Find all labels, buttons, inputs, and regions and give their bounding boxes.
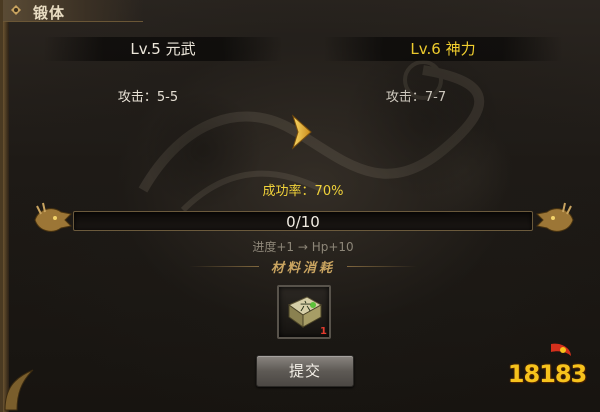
dragon-head-icon (34, 202, 73, 232)
progress-bar-frame: 0/10 (34, 200, 574, 240)
progress-text: 0/10 (286, 213, 320, 231)
right-arrow-icon (291, 114, 312, 150)
current-level-label: Lv.5 元武 (130, 40, 196, 58)
item-glyph: 六 (300, 300, 311, 313)
next-level-label: Lv.6 神力 (410, 40, 476, 58)
window-title: 锻体 (33, 4, 66, 22)
next-attack-stat: 攻击：7-7 (385, 90, 447, 105)
site-logo: 18183 (497, 338, 597, 408)
progress-bonus-text: 进度+1 → Hp+10 (252, 240, 354, 254)
submit-button[interactable]: 提交 (256, 355, 354, 387)
corner-ornament-icon (4, 369, 34, 411)
skill-book-icon: 六 (287, 296, 323, 328)
logo-text: 18183 (507, 360, 588, 388)
dragon-head-icon (535, 202, 574, 232)
item-count: 1 (320, 326, 327, 337)
success-rate: 成功率：70% (262, 184, 344, 199)
divider-line-left (189, 266, 259, 267)
left-frame-border (3, 22, 9, 412)
materials-divider: 材料消耗 (189, 258, 417, 276)
forge-body-panel: 锻体 Lv.5 元武 Lv.6 神力 攻击：5-5 攻击：7-7 成功率：70%… (0, 0, 600, 412)
progress-bar: 0/10 (73, 211, 533, 231)
materials-title: 材料消耗 (270, 261, 335, 276)
material-slot[interactable]: 六 1 (277, 285, 331, 339)
current-attack-stat: 攻击：5-5 (117, 90, 179, 105)
title-ornament-icon (11, 5, 21, 15)
title-bar: 锻体 (3, 0, 143, 22)
divider-line-right (347, 266, 417, 267)
